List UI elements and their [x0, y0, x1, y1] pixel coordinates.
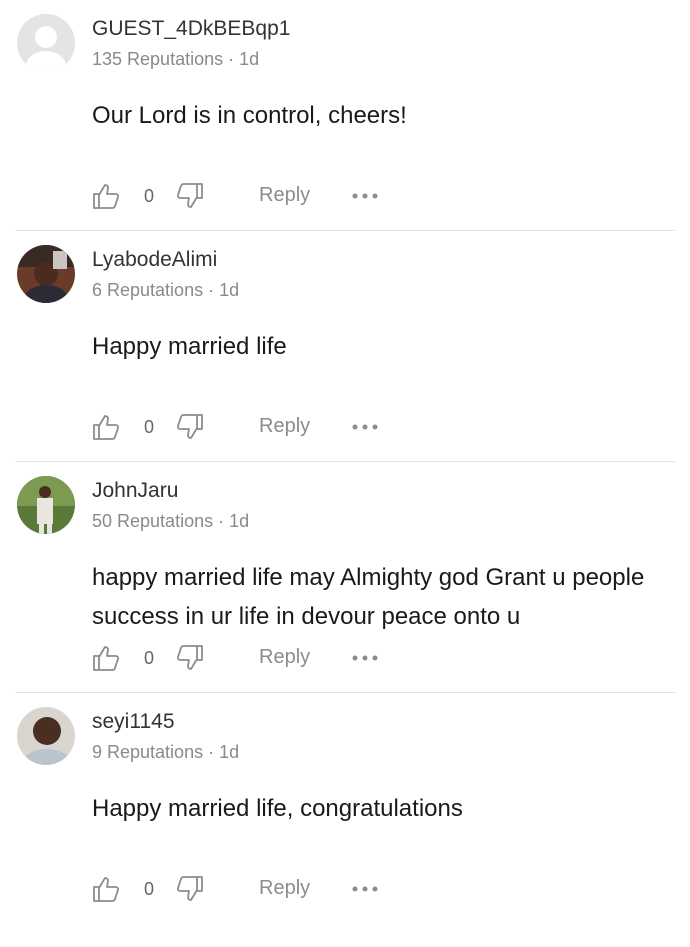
thumbs-up-icon[interactable]	[92, 182, 120, 210]
comment-text: happy married life may Almighty god Gran…	[92, 564, 645, 630]
comment-author[interactable]: LyabodeAlimi	[92, 248, 217, 272]
comment-list: GUEST_4DkBEBqp1 135 Reputations · 1d Our…	[0, 0, 690, 923]
timestamp: 1d	[219, 280, 240, 300]
thumbs-down-icon[interactable]	[176, 875, 204, 903]
comment-meta: 9 Reputations · 1d	[92, 742, 240, 762]
reputation: 9 Reputations	[92, 742, 204, 762]
comment-item: JohnJaru 50 Reputations · 1d happy marri…	[15, 462, 675, 693]
more-dots-icon[interactable]	[351, 415, 379, 439]
reply-button[interactable]: Reply	[259, 415, 310, 438]
comment-item: LyabodeAlimi 6 Reputations · 1d Happy ma…	[15, 231, 675, 462]
comment-item: seyi1145 9 Reputations · 1d Happy marrie…	[15, 693, 675, 923]
comment-author[interactable]: GUEST_4DkBEBqp1	[92, 17, 290, 41]
thumbs-down-icon[interactable]	[176, 182, 204, 210]
comment-actions: 0 Reply	[92, 182, 392, 212]
comment-actions: 0 Reply	[92, 644, 392, 674]
thumbs-up-icon[interactable]	[92, 875, 120, 903]
thumbs-down-icon[interactable]	[176, 644, 204, 672]
reply-button[interactable]: Reply	[259, 877, 310, 900]
thumbs-down-icon[interactable]	[176, 413, 204, 441]
comment-text: Our Lord is in control, cheers!	[92, 102, 407, 129]
photo-avatar[interactable]	[17, 476, 75, 534]
comment-actions: 0 Reply	[92, 875, 392, 905]
more-dots-icon[interactable]	[351, 184, 379, 208]
photo-avatar[interactable]	[17, 245, 75, 303]
comment-actions: 0 Reply	[92, 413, 392, 443]
comment-item: GUEST_4DkBEBqp1 135 Reputations · 1d Our…	[15, 0, 675, 231]
reputation: 50 Reputations	[92, 511, 214, 531]
like-count: 0	[144, 648, 155, 668]
reputation: 6 Reputations	[92, 280, 204, 300]
photo-avatar[interactable]	[17, 707, 75, 765]
comment-author[interactable]: JohnJaru	[92, 479, 178, 503]
comment-text: Happy married life	[92, 333, 287, 360]
timestamp: 1d	[219, 742, 240, 762]
reputation: 135 Reputations	[92, 49, 224, 69]
more-dots-icon[interactable]	[351, 646, 379, 670]
timestamp: 1d	[239, 49, 260, 69]
timestamp: 1d	[229, 511, 250, 531]
more-dots-icon[interactable]	[351, 877, 379, 901]
comment-meta: 6 Reputations · 1d	[92, 280, 240, 300]
comment-meta: 50 Reputations · 1d	[92, 511, 250, 531]
like-count: 0	[144, 417, 155, 437]
reply-button[interactable]: Reply	[259, 184, 310, 207]
comment-meta: 135 Reputations · 1d	[92, 49, 260, 69]
thumbs-up-icon[interactable]	[92, 644, 120, 672]
like-count: 0	[144, 879, 155, 899]
comment-author[interactable]: seyi1145	[92, 710, 175, 734]
comment-text: Happy married life, congratulations	[92, 795, 463, 822]
like-count: 0	[144, 186, 155, 206]
thumbs-up-icon[interactable]	[92, 413, 120, 441]
default-avatar[interactable]	[17, 14, 75, 72]
reply-button[interactable]: Reply	[259, 646, 310, 669]
